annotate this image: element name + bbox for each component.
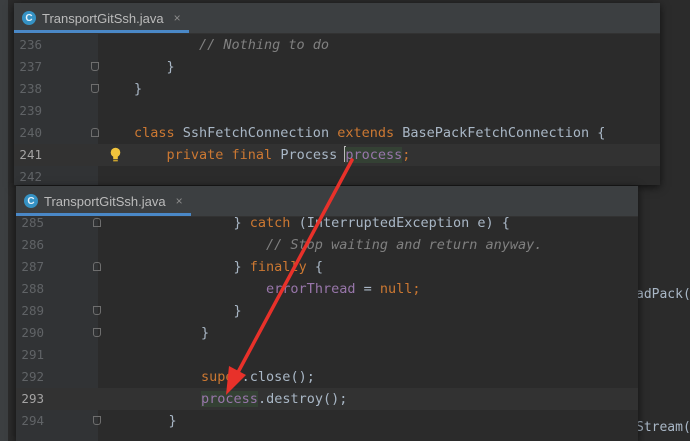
line-number: 288: [21, 281, 44, 296]
background-edge: [0, 0, 8, 441]
keyword-class: class: [134, 125, 175, 141]
code-line: 285 } catch (InterruptedException e) {: [16, 212, 638, 234]
fold-marker-icon[interactable]: [93, 416, 101, 425]
keyword-extends: extends: [337, 125, 395, 141]
code-comment: // Nothing to do: [134, 37, 330, 53]
field-errorthread: errorThread: [266, 281, 356, 297]
tab-label: TransportGitSsh.java: [42, 10, 164, 26]
type-name: Process: [272, 147, 346, 163]
code-token: =: [355, 281, 380, 297]
code-token: ;: [412, 281, 421, 297]
line-number: 287: [21, 259, 44, 274]
close-tab-icon[interactable]: ×: [176, 194, 183, 208]
field-process-highlighted[interactable]: process: [345, 147, 403, 163]
tab-transportgitssh[interactable]: C TransportGitSsh.java ×: [14, 3, 189, 33]
code-token: }: [136, 215, 250, 231]
code-token: .destroy();: [257, 391, 348, 407]
fold-marker-icon[interactable]: [91, 62, 99, 71]
code-line: 289 }: [16, 300, 638, 322]
line-number: 293: [21, 391, 44, 406]
line-number: 237: [19, 59, 42, 74]
line-number: 292: [21, 369, 44, 384]
code-token: }: [136, 303, 242, 319]
code-token: }: [134, 59, 175, 75]
code-line-current: 241 private final Process process;: [14, 144, 660, 166]
keyword-super: super: [201, 369, 242, 385]
code-area[interactable]: 236 // Nothing to do 237 } 238 } 239 240…: [14, 34, 660, 185]
line-number: 289: [21, 303, 44, 318]
code-line: 237 }: [14, 56, 660, 78]
code-line: 292 super.close();: [16, 366, 638, 388]
code-line: 288 errorThread = null;: [16, 278, 638, 300]
code-line: 236 // Nothing to do: [14, 34, 660, 56]
background-code-fragment: Stream(: [636, 420, 690, 435]
line-number: 290: [21, 325, 44, 340]
code-line: 240 class SshFetchConnection extends Bas…: [14, 122, 660, 144]
fold-marker-icon[interactable]: [93, 262, 101, 271]
field-process-usage[interactable]: process: [201, 391, 258, 407]
code-line: 238 }: [14, 78, 660, 100]
java-class-icon: C: [22, 11, 36, 25]
line-number: 239: [19, 103, 42, 118]
code-line: 242: [14, 166, 660, 185]
fold-marker-icon[interactable]: [91, 84, 99, 93]
tab-bar: C TransportGitSsh.java ×: [14, 3, 660, 34]
close-tab-icon[interactable]: ×: [174, 11, 181, 25]
keyword-finally: finally: [249, 259, 307, 275]
lightbulb-icon[interactable]: [110, 147, 121, 163]
code-line-current: 293 process.destroy();: [16, 388, 638, 410]
line-number: 238: [19, 81, 42, 96]
line-number: 236: [19, 37, 42, 52]
code-token: }: [136, 413, 177, 429]
code-token: ;: [402, 147, 411, 163]
fold-marker-icon[interactable]: [91, 128, 99, 137]
keyword-catch: catch: [249, 215, 291, 231]
line-number: 240: [19, 125, 42, 140]
code-token: }: [134, 81, 143, 97]
line-number: 294: [21, 413, 44, 428]
line-number: 291: [21, 347, 44, 362]
keyword-null: null: [379, 281, 413, 297]
code-line: 286 // Stop waiting and return anyway.: [16, 234, 638, 256]
keyword-private-final: private final: [166, 147, 273, 163]
code-area[interactable]: 285 } catch (InterruptedException e) { 2…: [16, 212, 638, 432]
editor-panel-top: C TransportGitSsh.java × 236 // Nothing …: [14, 3, 660, 185]
line-number: 286: [21, 237, 44, 252]
fold-marker-icon[interactable]: [93, 306, 101, 315]
class-name: SshFetchConnection: [174, 125, 338, 141]
super-class-name: BasePackFetchConnection {: [394, 125, 606, 141]
code-line: 239: [14, 100, 660, 122]
fold-marker-icon[interactable]: [93, 328, 101, 337]
line-number: 242: [19, 169, 42, 184]
code-token: }: [136, 325, 210, 341]
code-token: }: [136, 259, 250, 275]
line-number: 285: [21, 215, 44, 230]
line-number: 241: [19, 147, 42, 162]
code-token: {: [306, 259, 323, 275]
fold-marker-icon[interactable]: [93, 218, 101, 227]
code-line: 294 }: [16, 410, 638, 432]
code-line: 287 } finally {: [16, 256, 638, 278]
code-token: .close();: [241, 369, 315, 385]
code-line: 291: [16, 344, 638, 366]
code-comment: // Stop waiting and return anyway.: [136, 237, 543, 253]
java-class-icon: C: [24, 194, 38, 208]
code-token: (InterruptedException e) {: [290, 215, 510, 231]
background-code-fragment: adPack(: [636, 287, 690, 302]
tab-label: TransportGitSsh.java: [44, 193, 166, 209]
code-line: 290 }: [16, 322, 638, 344]
editor-panel-bottom: C TransportGitSsh.java × 285 } catch (In…: [16, 186, 638, 441]
